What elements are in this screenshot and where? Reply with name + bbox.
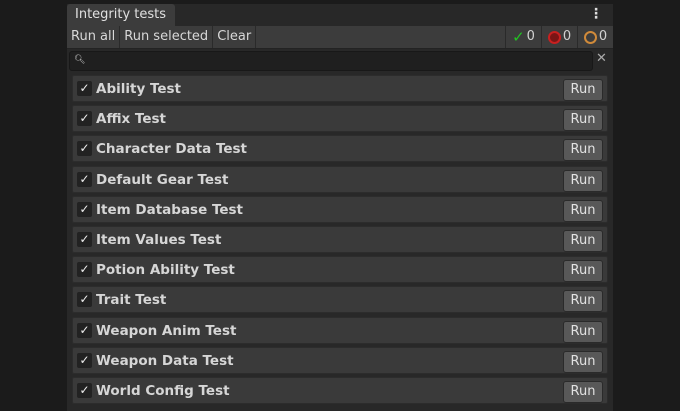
run-test-button[interactable]: Run (563, 229, 603, 252)
checkbox[interactable]: ✓ (77, 322, 92, 338)
test-name: World Config Test (96, 382, 230, 399)
checkbox[interactable]: ✓ (77, 111, 92, 127)
test-row: ✓ Weapon Anim Test Run (72, 316, 608, 344)
toolbar-spacer (256, 26, 506, 48)
search-icon: 🔍︎ (74, 55, 86, 65)
checkbox[interactable]: ✓ (77, 231, 92, 247)
checkbox[interactable]: ✓ (77, 382, 92, 398)
kebab-menu-icon[interactable]: ⋮ (589, 6, 603, 22)
run-selected-button[interactable]: Run selected (120, 26, 214, 48)
test-name: Potion Ability Test (96, 262, 235, 279)
test-name: Item Values Test (96, 231, 222, 248)
passed-filter[interactable]: ✓ 0 (506, 26, 542, 48)
test-name: Weapon Data Test (96, 352, 234, 369)
run-test-button[interactable]: Run (563, 380, 603, 403)
pending-filter[interactable]: 0 (578, 26, 613, 48)
test-name: Item Database Test (96, 201, 244, 218)
test-row: ✓ Item Database Test Run (72, 195, 608, 223)
run-all-button[interactable]: Run all (67, 26, 121, 48)
checkbox[interactable]: ✓ (77, 292, 92, 308)
clear-button[interactable]: Clear (213, 26, 257, 48)
run-test-button[interactable]: Run (563, 260, 603, 283)
test-list: ✓ Ability Test Run ✓ Affix Test Run ✓ Char… (72, 75, 608, 407)
failed-count: 0 (562, 29, 572, 44)
test-row: ✓ Trait Test Run (72, 286, 608, 314)
test-row: ✓ Character Data Test Run (72, 135, 608, 163)
run-test-button[interactable]: Run (563, 320, 603, 343)
test-row: ✓ Default Gear Test Run (72, 165, 608, 193)
test-name: Affix Test (96, 111, 166, 128)
test-name: Weapon Anim Test (96, 322, 237, 339)
integrity-tests-window: Integrity tests ⋮ Run all Run selected C… (67, 4, 613, 411)
pending-count: 0 (598, 29, 608, 44)
run-test-button[interactable]: Run (563, 79, 603, 101)
run-test-button[interactable]: Run (563, 199, 603, 222)
check-icon: ✓ (512, 28, 525, 46)
checkbox[interactable]: ✓ (77, 81, 92, 96)
passed-count: 0 (526, 29, 535, 44)
test-row: ✓ Affix Test Run (72, 105, 608, 133)
test-row: ✓ Weapon Data Test Run (72, 346, 608, 374)
test-name: Trait Test (96, 292, 167, 309)
run-test-button[interactable]: Run (563, 169, 603, 192)
run-test-button[interactable]: Run (563, 109, 603, 132)
test-row: ✓ Ability Test Run (72, 75, 608, 102)
failed-filter[interactable]: 0 (542, 26, 578, 48)
run-test-button[interactable]: Run (563, 290, 603, 313)
run-test-button[interactable]: Run (563, 350, 603, 373)
search-input[interactable] (86, 52, 590, 72)
checkbox[interactable]: ✓ (77, 262, 92, 278)
error-icon (547, 30, 561, 44)
toolbar: Run all Run selected Clear ✓ 0 0 0 (67, 26, 613, 49)
tab-integrity-tests[interactable]: Integrity tests (67, 4, 175, 26)
checkbox[interactable]: ✓ (77, 171, 92, 187)
test-name: Character Data Test (96, 141, 248, 158)
run-test-button[interactable]: Run (563, 139, 603, 162)
test-name: Ability Test (96, 81, 182, 97)
checkbox[interactable]: ✓ (77, 352, 92, 368)
circle-icon (583, 30, 597, 44)
test-row: ✓ World Config Test Run (72, 376, 608, 404)
checkbox[interactable]: ✓ (77, 201, 92, 217)
test-row: ✓ Potion Ability Test Run (72, 256, 608, 284)
test-row: ✓ Item Values Test Run (72, 225, 608, 253)
test-name: Default Gear Test (96, 171, 229, 188)
checkbox[interactable]: ✓ (77, 141, 92, 157)
clear-search-icon[interactable]: ✕ (596, 51, 607, 66)
search-field[interactable]: 🔍︎ (69, 51, 593, 72)
